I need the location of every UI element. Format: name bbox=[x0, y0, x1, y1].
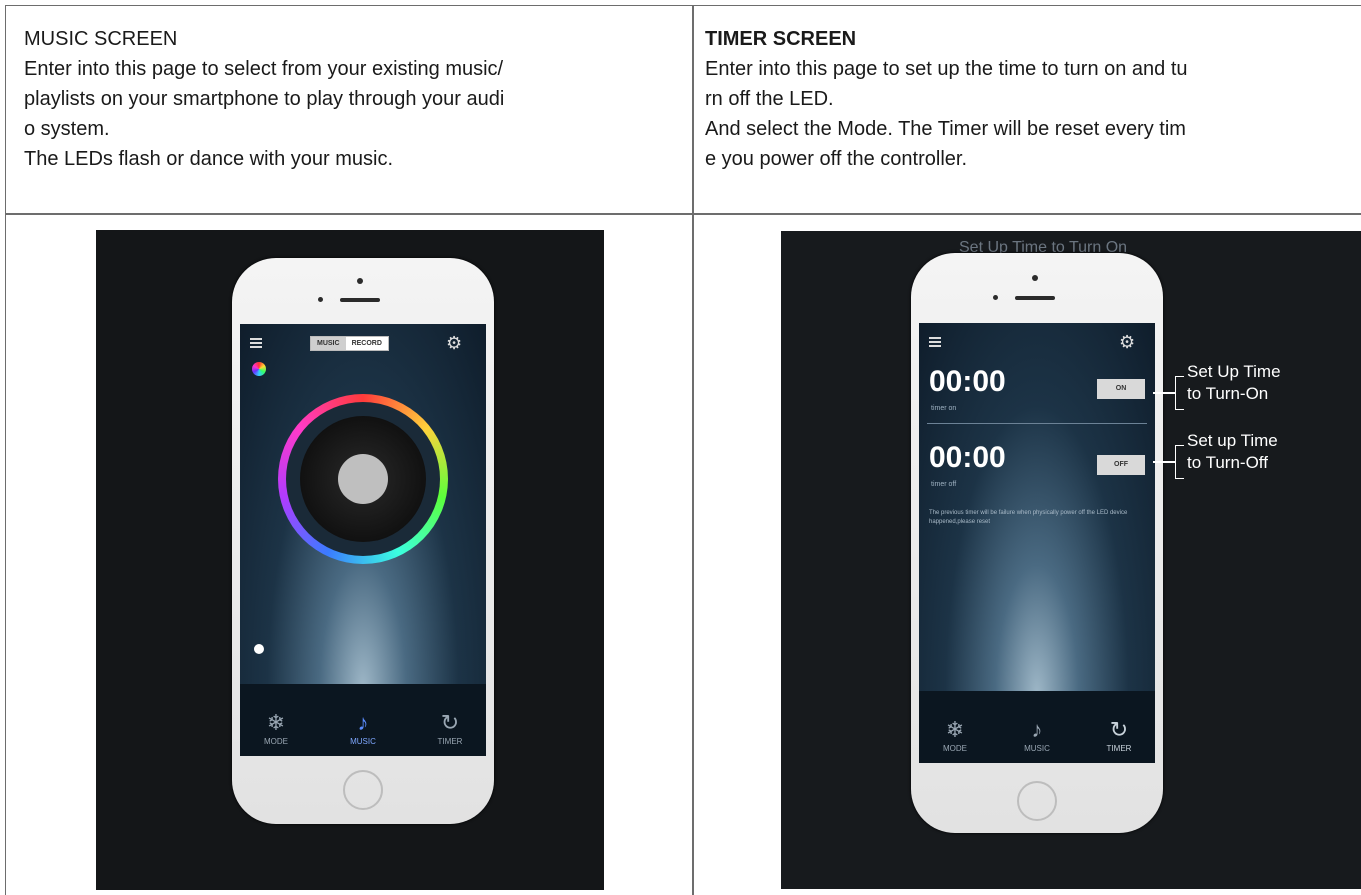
callout-turn-on: Set Up Time to Turn-On bbox=[1187, 362, 1281, 403]
timer-screen-photo: Set Up Time to Turn On ⚙ 00:00 timer on … bbox=[781, 231, 1361, 889]
nav-music[interactable]: ♪ MUSIC bbox=[1007, 716, 1067, 753]
time-on-value[interactable]: 00:00 bbox=[929, 365, 1006, 399]
time-off-label: timer off bbox=[931, 481, 957, 488]
callout-bracket-off bbox=[1175, 445, 1184, 479]
on-button[interactable]: ON bbox=[1097, 379, 1145, 399]
music-description-cell: MUSIC SCREEN Enter into this page to sel… bbox=[24, 24, 684, 174]
timer-icon: ↻ bbox=[1109, 717, 1129, 742]
music-text-line: The LEDs flash or dance with your music. bbox=[24, 148, 394, 170]
column-divider bbox=[692, 5, 694, 895]
timer-note: The previous timer will be failure when … bbox=[929, 510, 1128, 525]
nav-mode[interactable]: ❄ MODE bbox=[925, 716, 985, 753]
callout-bracket-on bbox=[1175, 376, 1184, 410]
music-text-line: playlists on your smartphone to play thr… bbox=[24, 88, 505, 110]
timer-heading: TIMER SCREEN bbox=[705, 28, 857, 50]
callout-line-off bbox=[1153, 461, 1175, 463]
gear-icon[interactable]: ⚙ bbox=[1119, 333, 1135, 351]
sensor bbox=[318, 297, 323, 302]
earpiece-speaker bbox=[1015, 296, 1055, 300]
off-button[interactable]: OFF bbox=[1097, 455, 1145, 475]
seg-record[interactable]: RECORD bbox=[345, 337, 388, 350]
time-on-label: timer on bbox=[931, 405, 957, 412]
volume-knob[interactable] bbox=[254, 644, 264, 654]
timer-text-line: Enter into this page to set up the time … bbox=[705, 58, 1188, 80]
bottom-nav: ❄ MODE ♪ MUSIC ↻ TIMER bbox=[240, 684, 486, 756]
nav-timer[interactable]: ↻ TIMER bbox=[1089, 716, 1149, 753]
sensor bbox=[993, 295, 998, 300]
music-screen-photo: MUSIC RECORD ⚙ ⇉ ◀◀ ▶ ▶▶ ☰ ❄ MODE bbox=[96, 230, 604, 890]
nav-timer[interactable]: ↻ TIMER bbox=[420, 709, 480, 746]
row-divider bbox=[5, 213, 1361, 215]
nav-music[interactable]: ♪ MUSIC bbox=[333, 709, 393, 746]
timer-icon: ↻ bbox=[440, 710, 460, 735]
timer-text-line: e you power off the controller. bbox=[705, 148, 968, 170]
music-record-toggle[interactable]: MUSIC RECORD bbox=[310, 336, 389, 351]
music-heading: MUSIC SCREEN bbox=[24, 28, 178, 50]
snowflake-icon: ❄ bbox=[945, 717, 965, 742]
menu-icon[interactable] bbox=[250, 338, 262, 348]
color-ring[interactable] bbox=[278, 394, 448, 564]
timer-text-line: rn off the LED. bbox=[705, 88, 834, 110]
music-text-line: o system. bbox=[24, 118, 110, 140]
home-button bbox=[1017, 781, 1057, 821]
seg-music[interactable]: MUSIC bbox=[311, 337, 346, 350]
divider bbox=[927, 423, 1147, 424]
nav-mode[interactable]: ❄ MODE bbox=[246, 709, 306, 746]
phone-body: MUSIC RECORD ⚙ ⇉ ◀◀ ▶ ▶▶ ☰ ❄ MODE bbox=[232, 258, 494, 824]
phone-body: ⚙ 00:00 timer on ON 00:00 timer off OFF … bbox=[911, 253, 1163, 833]
music-note-icon: ♪ bbox=[1031, 717, 1043, 742]
phone-screen: MUSIC RECORD ⚙ ⇉ ◀◀ ▶ ▶▶ ☰ ❄ MODE bbox=[240, 324, 486, 756]
color-wheel-icon[interactable] bbox=[252, 362, 266, 376]
phone-screen: ⚙ 00:00 timer on ON 00:00 timer off OFF … bbox=[919, 323, 1155, 763]
callout-turn-off: Set up Time to Turn-Off bbox=[1187, 431, 1278, 472]
bottom-nav: ❄ MODE ♪ MUSIC ↻ TIMER bbox=[919, 691, 1155, 763]
earpiece-speaker bbox=[340, 298, 380, 302]
timer-description-cell: TIMER SCREEN Enter into this page to set… bbox=[705, 24, 1361, 174]
timer-text-line: And select the Mode. The Timer will be r… bbox=[705, 118, 1186, 140]
music-note-icon: ♪ bbox=[357, 710, 369, 735]
front-camera bbox=[357, 278, 363, 284]
music-text-line: Enter into this page to select from your… bbox=[24, 58, 504, 80]
snowflake-icon: ❄ bbox=[266, 710, 286, 735]
time-off-value[interactable]: 00:00 bbox=[929, 441, 1006, 475]
callout-line-on bbox=[1153, 392, 1175, 394]
vinyl-record bbox=[300, 416, 426, 542]
menu-icon[interactable] bbox=[929, 337, 941, 347]
home-button bbox=[343, 770, 383, 810]
front-camera bbox=[1032, 275, 1038, 281]
gear-icon[interactable]: ⚙ bbox=[446, 334, 462, 352]
